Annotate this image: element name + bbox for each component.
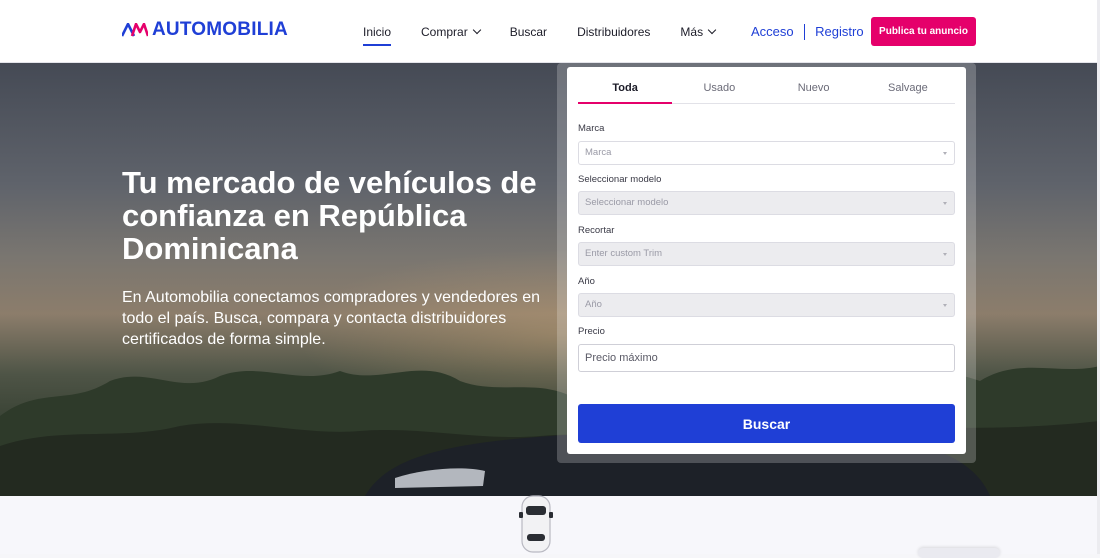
- tab-salvage[interactable]: Salvage: [861, 73, 955, 103]
- nav-item-label: Distribuidores: [577, 24, 651, 39]
- auth-links: Acceso Registro: [751, 0, 864, 63]
- brand-name: AUTOMOBILIA: [152, 19, 288, 40]
- nav-item-comprar[interactable]: Comprar: [421, 0, 481, 63]
- nav-item-inicio[interactable]: Inicio: [363, 0, 392, 63]
- nav-item-mas[interactable]: Más: [680, 0, 717, 63]
- site-header: AUTOMOBILIA Inicio Comprar Buscar Distri…: [0, 0, 1100, 63]
- price-label: Precio: [578, 326, 605, 337]
- price-input[interactable]: [578, 344, 955, 372]
- year-select-value: Año: [585, 299, 602, 310]
- nav-item-distribuidores[interactable]: Distribuidores: [577, 0, 650, 63]
- caret-down-icon: [943, 304, 947, 307]
- floating-widget[interactable]: [918, 548, 1000, 558]
- am-logo-icon: [122, 23, 148, 37]
- search-button[interactable]: Buscar: [578, 404, 955, 443]
- model-label: Seleccionar modelo: [578, 174, 662, 185]
- trim-select[interactable]: Enter custom Trim: [578, 242, 955, 266]
- login-link[interactable]: Acceso: [751, 24, 794, 39]
- nav-item-buscar[interactable]: Buscar: [510, 0, 547, 63]
- make-label: Marca: [578, 123, 605, 134]
- tab-nuevo[interactable]: Nuevo: [767, 73, 861, 103]
- nav-item-label: Comprar: [421, 24, 468, 39]
- chevron-down-icon: [707, 25, 717, 35]
- tab-toda[interactable]: Toda: [578, 73, 673, 104]
- nav-item-label: Buscar: [509, 24, 548, 39]
- search-panel: Toda Usado Nuevo Salvage Marca Marca Sel…: [567, 67, 966, 454]
- main-nav: Inicio Comprar Buscar Distribuidores Más: [363, 0, 745, 63]
- car-topview-icon: [519, 495, 553, 553]
- search-tabs: Toda Usado Nuevo Salvage: [578, 73, 955, 104]
- nav-item-label: Más: [680, 24, 704, 39]
- hero-subtitle: En Automobilia conectamos compradores y …: [122, 289, 541, 348]
- model-select-value: Seleccionar modelo: [585, 197, 669, 208]
- tab-usado[interactable]: Usado: [672, 73, 766, 103]
- hero-title: Tu mercado de vehículos de confianza en …: [122, 165, 537, 266]
- divider: [803, 23, 806, 40]
- trim-select-value: Enter custom Trim: [585, 248, 663, 259]
- trim-label: Recortar: [578, 225, 615, 236]
- make-select[interactable]: Marca: [578, 141, 955, 165]
- brand-logo[interactable]: AUTOMOBILIA: [122, 19, 288, 41]
- register-link[interactable]: Registro: [815, 24, 863, 39]
- chevron-down-icon: [472, 25, 481, 35]
- caret-down-icon: [943, 152, 947, 155]
- post-ad-button[interactable]: Publica tu anuncio: [871, 17, 976, 46]
- model-select[interactable]: Seleccionar modelo: [578, 191, 955, 215]
- caret-down-icon: [943, 202, 947, 205]
- caret-down-icon: [943, 253, 947, 256]
- year-select[interactable]: Año: [578, 293, 955, 317]
- year-label: Año: [578, 276, 595, 287]
- make-select-value: Marca: [585, 147, 612, 158]
- nav-item-label: Inicio: [363, 24, 392, 39]
